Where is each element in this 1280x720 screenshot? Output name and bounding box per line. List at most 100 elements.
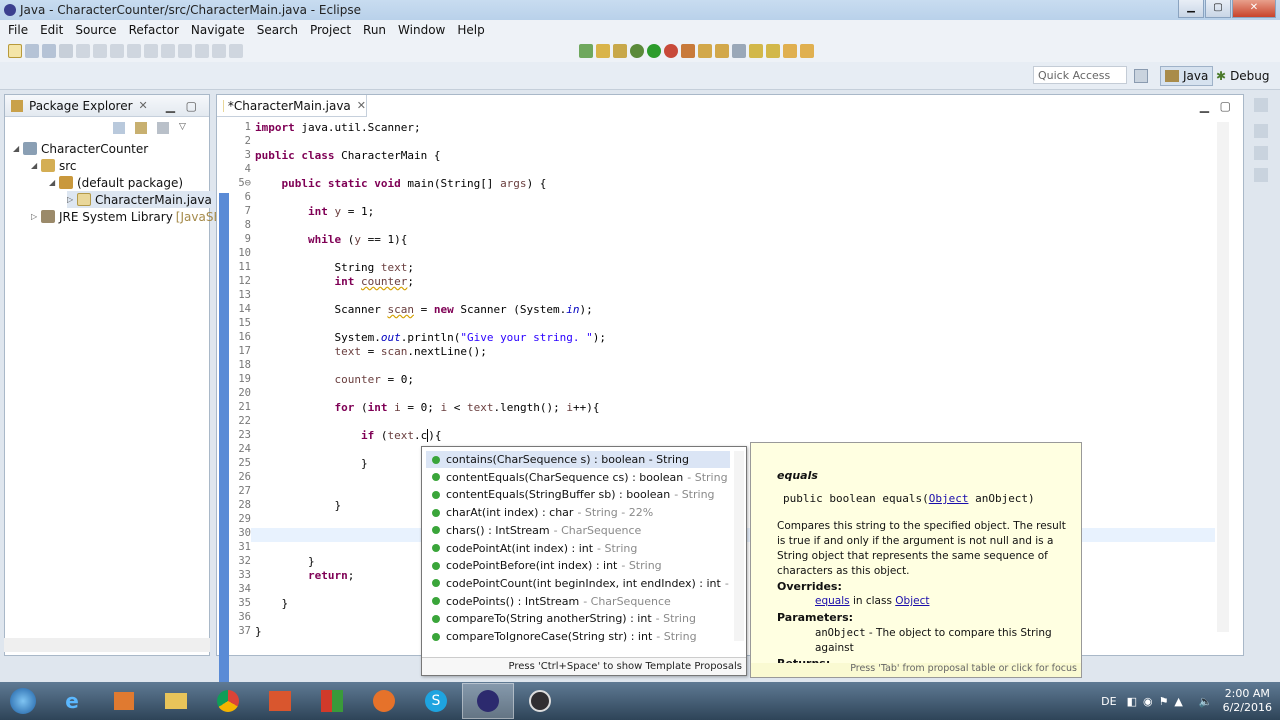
menu-file[interactable]: File [8, 23, 28, 37]
app-icon[interactable] [254, 683, 306, 719]
maximize-view-icon[interactable]: ▢ [186, 99, 197, 113]
toggle-breakpoint-icon[interactable] [76, 44, 90, 58]
problems-icon[interactable] [1254, 146, 1268, 160]
file-explorer-icon[interactable] [150, 683, 202, 719]
close-button[interactable]: ✕ [1232, 0, 1276, 18]
perspective-debug[interactable]: ✱ Debug [1212, 66, 1274, 86]
step-into-icon[interactable] [161, 44, 175, 58]
clock[interactable]: 2:00 AM 6/2/2016 [1223, 687, 1272, 715]
object-link[interactable]: Object [929, 492, 969, 505]
office-icon[interactable] [306, 683, 358, 719]
external-tools-icon[interactable] [681, 44, 695, 58]
resume-icon[interactable] [110, 44, 124, 58]
terminate-icon[interactable] [144, 44, 158, 58]
editor-tab[interactable]: *CharacterMain.java ✕ [217, 95, 367, 117]
tray-icons[interactable]: ◧◉⚑▲ [1127, 695, 1189, 708]
step-return-icon[interactable] [195, 44, 209, 58]
open-task-icon[interactable] [732, 44, 746, 58]
open-perspective-button[interactable] [1130, 66, 1152, 86]
start-button[interactable] [0, 683, 46, 719]
media-player-icon[interactable] [98, 683, 150, 719]
save-icon[interactable] [25, 44, 39, 58]
menu-search[interactable]: Search [257, 23, 298, 37]
proposal-item[interactable]: codePointBefore(int index) : int - String [426, 557, 730, 574]
equals-link[interactable]: equals [815, 595, 850, 607]
new-java-project-icon[interactable] [579, 44, 593, 58]
use-step-filters-icon[interactable] [229, 44, 243, 58]
code-line: int y = 1; [307, 205, 375, 218]
tree-file[interactable]: ▷ CharacterMain.java [67, 191, 216, 208]
proposal-item[interactable]: compareTo(String anotherString) : int - S… [426, 610, 730, 627]
previous-annotation-icon[interactable] [766, 44, 780, 58]
menu-source[interactable]: Source [75, 23, 116, 37]
skype-icon[interactable]: S [410, 683, 462, 719]
proposal-item[interactable]: codePointCount(int beginIndex, int endIn… [426, 575, 730, 592]
language-indicator[interactable]: DE [1101, 695, 1116, 708]
view-menu-icon[interactable]: ▽ [179, 122, 186, 134]
new-package-icon[interactable] [596, 44, 610, 58]
debug-icon[interactable] [630, 44, 644, 58]
object-class-link[interactable]: Object [895, 595, 929, 607]
proposal-item[interactable]: chars() : IntStream - CharSequence [426, 522, 730, 539]
proposal-item[interactable]: charAt(int index) : char - String - 22% [426, 504, 730, 521]
outline-icon[interactable] [1254, 98, 1268, 112]
editor-vertical-scrollbar[interactable] [1217, 122, 1229, 632]
package-explorer-tab[interactable]: Package Explorer ✕ ▁ ▢ [5, 95, 209, 117]
chrome-icon[interactable] [202, 683, 254, 719]
search-icon[interactable] [715, 44, 729, 58]
save-all-icon[interactable] [42, 44, 56, 58]
menu-edit[interactable]: Edit [40, 23, 63, 37]
console-icon[interactable] [1254, 168, 1268, 182]
menu-project[interactable]: Project [310, 23, 351, 37]
obs-icon[interactable] [514, 683, 566, 719]
forward-icon[interactable] [800, 44, 814, 58]
proposal-item[interactable]: codePointAt(int index) : int - String [426, 540, 730, 557]
maximize-button[interactable]: ▢ [1205, 0, 1231, 18]
tree-project[interactable]: ◢ CharacterCounter [13, 140, 148, 157]
skip-breakpoints-icon[interactable] [93, 44, 107, 58]
close-tab-icon[interactable]: ✕ [357, 99, 366, 112]
menu-navigate[interactable]: Navigate [191, 23, 245, 37]
close-view-icon[interactable]: ✕ [139, 99, 148, 112]
proposal-item[interactable]: contentEquals(CharSequence cs) : boolean… [426, 469, 730, 486]
task-list-icon[interactable] [1254, 124, 1268, 138]
menu-run[interactable]: Run [363, 23, 386, 37]
menu-help[interactable]: Help [457, 23, 484, 37]
next-annotation-icon[interactable] [749, 44, 763, 58]
run-icon[interactable] [647, 44, 661, 58]
new-class-icon[interactable] [613, 44, 627, 58]
drop-to-frame-icon[interactable] [212, 44, 226, 58]
horizontal-scrollbar[interactable] [4, 638, 210, 652]
menu-refactor[interactable]: Refactor [129, 23, 179, 37]
javadoc-popup[interactable]: equals public boolean equals(Object anOb… [750, 442, 1082, 678]
minimize-view-icon[interactable]: ▁ [166, 99, 175, 113]
perspective-java[interactable]: Java [1160, 66, 1214, 86]
quick-access-input[interactable]: Quick Access [1033, 66, 1127, 84]
suspend-icon[interactable] [127, 44, 141, 58]
proposal-item[interactable]: contentEquals(StringBuffer sb) : boolean… [426, 486, 730, 503]
volume-icon[interactable]: 🔈 [1199, 695, 1213, 708]
minimize-editor-icon[interactable]: ▁ [1200, 99, 1209, 113]
focus-icon[interactable] [157, 122, 169, 134]
tree-jre[interactable]: ▷ JRE System Library [JavaSE-1.8 [31, 208, 244, 225]
coverage-icon[interactable] [664, 44, 678, 58]
proposal-item[interactable]: compareToIgnoreCase(String str) : int - S… [426, 628, 730, 645]
link-with-editor-icon[interactable] [135, 122, 147, 134]
tree-src[interactable]: ◢ src [31, 157, 77, 174]
internet-explorer-icon[interactable]: e [46, 683, 98, 719]
minimize-button[interactable]: ▁ [1178, 0, 1204, 18]
step-over-icon[interactable] [178, 44, 192, 58]
print-icon[interactable] [59, 44, 73, 58]
back-icon[interactable] [783, 44, 797, 58]
eclipse-taskbar-icon[interactable] [462, 683, 514, 719]
collapse-all-icon[interactable] [113, 122, 125, 134]
maximize-editor-icon[interactable]: ▢ [1220, 99, 1231, 113]
proposal-scrollbar[interactable] [734, 451, 744, 641]
new-icon[interactable] [8, 44, 22, 58]
proposal-item[interactable]: codePoints() : IntStream - CharSequence [426, 593, 730, 610]
menu-window[interactable]: Window [398, 23, 445, 37]
firefox-icon[interactable] [358, 683, 410, 719]
open-type-icon[interactable] [698, 44, 712, 58]
proposal-item[interactable]: contains(CharSequence s) : boolean - Str… [426, 451, 730, 468]
tree-default-package[interactable]: ◢ (default package) [49, 174, 183, 191]
